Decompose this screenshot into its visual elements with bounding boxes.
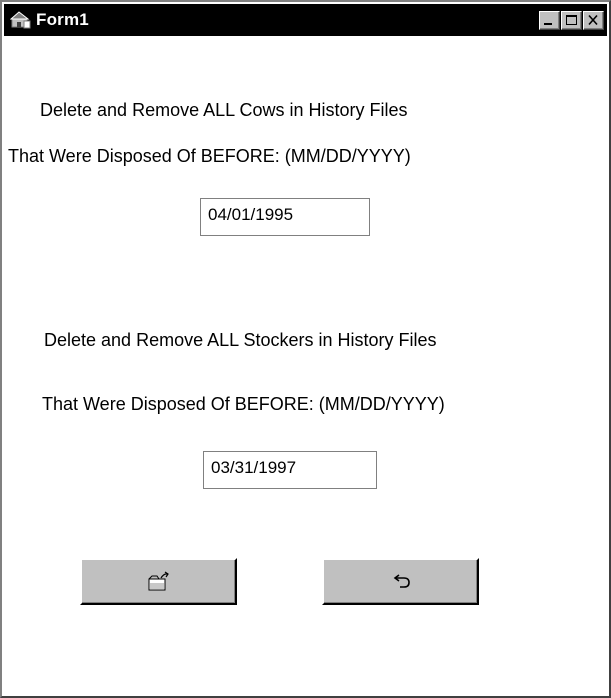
maximize-button[interactable] <box>561 11 582 30</box>
stockers-heading: Delete and Remove ALL Stockers in Histor… <box>44 330 437 350</box>
execute-delete-button[interactable] <box>80 558 237 605</box>
maximize-icon <box>566 15 577 25</box>
minimize-icon <box>544 23 552 25</box>
form1-window: Form1 Delete and Remove ALL Cows in Hist… <box>0 0 611 698</box>
undo-arrow-icon <box>393 573 410 588</box>
open-folder-arrow-icon <box>148 571 169 590</box>
undo-cancel-button[interactable] <box>322 558 479 605</box>
app-icon[interactable] <box>9 10 32 30</box>
minimize-button[interactable] <box>539 11 560 30</box>
cows-prompt: That Were Disposed Of BEFORE: (MM/DD/YYY… <box>8 146 411 166</box>
close-icon <box>588 14 598 26</box>
stockers-date-field[interactable]: 03/31/1997 <box>203 451 377 489</box>
title-bar[interactable]: Form1 <box>4 4 607 36</box>
form-client-area: Delete and Remove ALL Cows in History Fi… <box>4 36 607 694</box>
close-button[interactable] <box>583 11 604 30</box>
stockers-prompt: That Were Disposed Of BEFORE: (MM/DD/YYY… <box>42 394 445 414</box>
cows-date-field[interactable]: 04/01/1995 <box>200 198 370 236</box>
cows-heading: Delete and Remove ALL Cows in History Fi… <box>40 100 408 120</box>
window-title: Form1 <box>36 10 89 29</box>
